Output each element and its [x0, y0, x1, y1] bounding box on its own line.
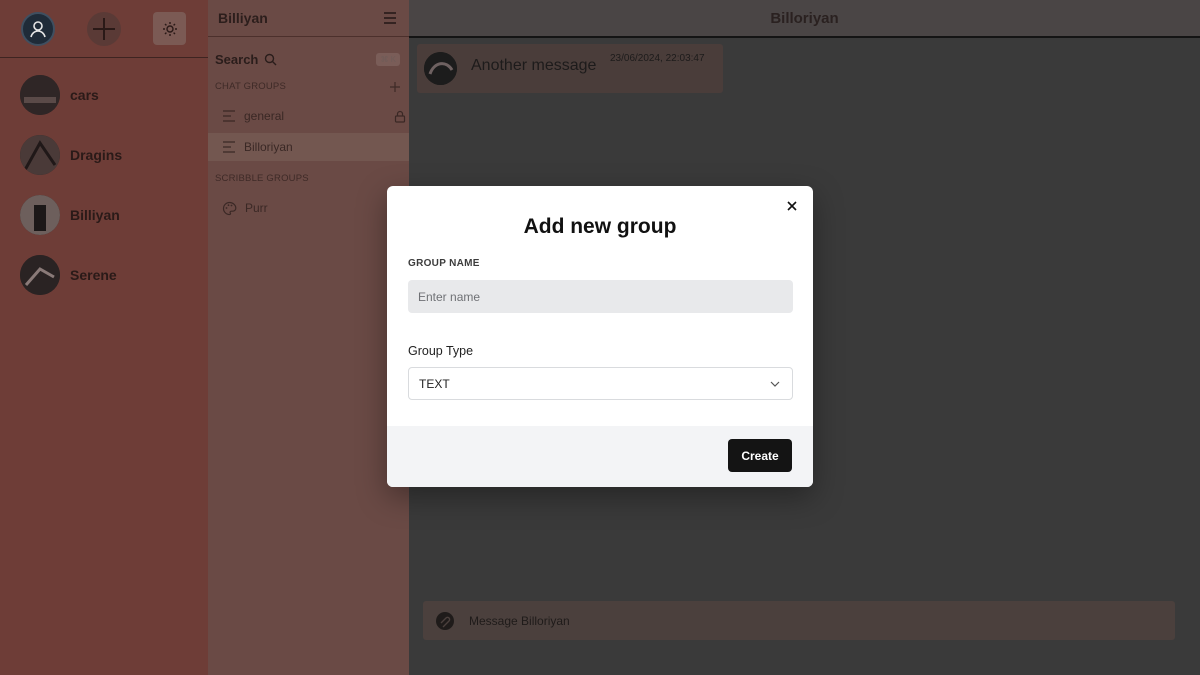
group-type-select[interactable]: TEXT — [408, 367, 793, 400]
create-button[interactable]: Create — [728, 439, 792, 472]
add-group-modal: Add new group GROUP NAME Group Type TEXT… — [387, 186, 813, 487]
modal-footer: Create — [387, 426, 813, 487]
group-name-label: GROUP NAME — [408, 258, 480, 269]
modal-title: Add new group — [523, 215, 677, 238]
chevron-down-icon — [770, 381, 780, 387]
close-icon[interactable] — [785, 199, 799, 213]
group-type-value: TEXT — [419, 376, 450, 391]
group-name-input[interactable] — [408, 280, 793, 313]
group-type-label: Group Type — [408, 344, 474, 358]
